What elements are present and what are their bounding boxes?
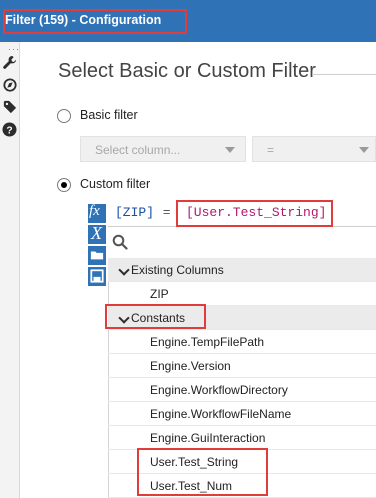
tree-item-engine-tempfilepath[interactable]: Engine.TempFilePath <box>108 330 376 354</box>
chevron-down-icon <box>225 147 235 153</box>
tree-item-engine-workflowfilename[interactable]: Engine.WorkflowFileName <box>108 402 376 426</box>
column-select-placeholder: Select column... <box>95 143 181 157</box>
basic-filter-radio[interactable] <box>57 109 71 123</box>
section-divider <box>312 74 376 75</box>
wrench-icon[interactable] <box>0 55 19 70</box>
tree-item-label: ZIP <box>150 287 169 301</box>
save-expression-button[interactable] <box>88 267 106 286</box>
tree-item-engine-version[interactable]: Engine.Version <box>108 354 376 378</box>
tree-item-label: Engine.TempFilePath <box>150 335 265 349</box>
function-button[interactable]: fx <box>88 203 106 223</box>
tree-item-zip[interactable]: ZIP <box>108 282 376 306</box>
save-icon <box>90 269 104 283</box>
title-bar: Filter (159) - Configuration <box>0 0 376 42</box>
search-icon <box>112 234 128 250</box>
tag-icon[interactable] <box>0 100 19 114</box>
tree-item-label: Engine.Version <box>150 359 231 373</box>
tree-item-label: Engine.WorkflowDirectory <box>150 383 288 397</box>
chevron-down-icon <box>118 264 130 276</box>
user-constants-highlight-box <box>137 448 268 496</box>
tree-item-label: Engine.GuiInteraction <box>150 431 266 445</box>
svg-text:?: ? <box>6 125 12 136</box>
expression-operator-token: = <box>155 205 179 220</box>
tree-group-label: Existing Columns <box>131 263 224 277</box>
open-expression-button[interactable] <box>88 246 106 265</box>
variables-button[interactable]: X <box>88 223 106 244</box>
folder-icon <box>90 251 104 260</box>
help-icon[interactable]: ? <box>0 122 19 137</box>
title-highlight-box <box>3 9 187 34</box>
column-select[interactable]: Select column... <box>80 136 246 162</box>
custom-filter-label[interactable]: Custom filter <box>80 177 150 191</box>
expression-field-token: [ZIP] <box>115 205 155 220</box>
operator-select[interactable]: = <box>252 136 376 162</box>
chevron-down-icon <box>359 147 369 153</box>
expression-value-highlight-box <box>176 200 333 227</box>
function-icon: fx <box>89 203 100 219</box>
section-title: Select Basic or Custom Filter <box>58 60 316 82</box>
tree-group-existing-columns[interactable]: Existing Columns <box>108 258 376 282</box>
basic-filter-label[interactable]: Basic filter <box>80 108 138 122</box>
constants-highlight-box <box>105 304 206 329</box>
tree-item-engine-guiinteraction[interactable]: Engine.GuiInteraction <box>108 426 376 450</box>
operator-select-value: = <box>267 143 275 157</box>
variable-icon: X <box>91 223 102 243</box>
compass-icon[interactable] <box>0 78 19 92</box>
grip-dots-icon[interactable]: ··· <box>8 44 20 54</box>
tree-item-engine-workflowdirectory[interactable]: Engine.WorkflowDirectory <box>108 378 376 402</box>
tree-item-label: Engine.WorkflowFileName <box>150 407 292 421</box>
custom-filter-radio[interactable] <box>57 178 71 192</box>
search-input[interactable] <box>108 228 376 256</box>
